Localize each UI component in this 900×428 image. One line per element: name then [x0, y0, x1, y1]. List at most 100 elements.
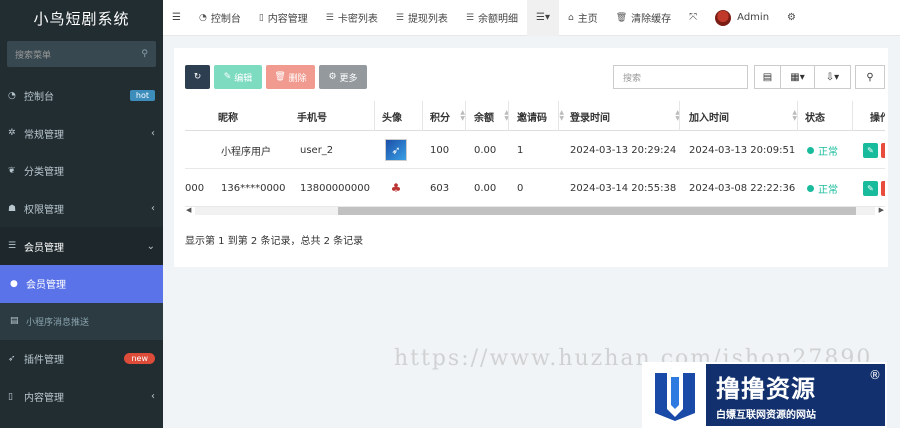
row-edit-button[interactable]: ✎ — [863, 142, 878, 158]
divider — [558, 101, 559, 131]
tab-label: 控制台 — [210, 14, 241, 25]
sidebar-item-push[interactable]: ▤ 小程序消息推送 — [0, 302, 163, 341]
username: Admin — [737, 12, 770, 23]
home-link[interactable]: ⌂ 主页 — [559, 0, 607, 36]
tab-dashboard[interactable]: ◔ 控制台 — [190, 0, 250, 36]
avatar-thumbnail: ➶ — [385, 139, 407, 161]
cell-invite: 1 — [517, 144, 524, 156]
sidebar-item-member[interactable]: ☰ 会员管理 ⌄ — [0, 227, 163, 265]
cell-avatar[interactable]: ♣ — [385, 169, 407, 207]
table-row[interactable]: 小程序用户 user_2 ➶ 100 0.00 1 2024-03-13 20:… — [185, 131, 885, 169]
sidebar-item-permission[interactable]: ☗ 权限管理 ‹ — [0, 190, 163, 228]
caret-down-icon: ▾ — [544, 12, 551, 23]
sidebar-item-member-manage[interactable]: ● 会员管理 — [0, 264, 163, 303]
search-toggle-button[interactable]: ⚲ — [855, 65, 885, 89]
row-edit-button[interactable]: ✎ — [863, 180, 878, 196]
delete-button[interactable]: 🗑 删除 — [266, 65, 315, 89]
logo-mark-icon — [644, 364, 706, 426]
chevron-left-icon: ‹ — [151, 203, 155, 215]
pagination-info: 显示第 1 到第 2 条记录，总共 2 条记录 — [185, 236, 364, 247]
cell-balance: 0.00 — [474, 182, 497, 194]
refresh-button[interactable]: ↻ — [185, 65, 210, 89]
row-delete-button[interactable] — [881, 142, 885, 158]
sidebar-item-content[interactable]: ▯ 内容管理 ‹ — [0, 378, 163, 416]
col-label: 邀请码 — [517, 112, 547, 124]
scroll-thumb[interactable] — [338, 207, 856, 215]
sidebar-item-category[interactable]: ❦ 分类管理 — [0, 152, 163, 190]
col-status[interactable]: 状态 — [805, 101, 845, 131]
clear-cache-button[interactable]: 🗑 清除缓存 — [607, 0, 680, 36]
registered-mark: ® — [869, 368, 881, 382]
trash-icon: 🗑 — [615, 12, 628, 23]
col-points[interactable]: 积分 ▲ ▼ — [430, 101, 468, 131]
sidebar-item-label: 内容管理 — [24, 393, 64, 405]
sidebar-search-placeholder: 搜索菜单 — [15, 50, 52, 61]
sidebar-item-plugins[interactable]: ➶ 插件管理 new — [0, 340, 163, 378]
sidebar-search-input[interactable]: 搜索菜单 ⚲ — [7, 41, 156, 67]
edit-button[interactable]: ✎ 编辑 — [214, 65, 262, 89]
col-login-time[interactable]: 登录时间 ▲ ▼ — [570, 101, 680, 131]
toolbar: ↻ ✎ 编辑 🗑 删除 ⚙ 更多 — [185, 65, 367, 89]
col-label: 昵称 — [218, 112, 238, 124]
sidebar-item-label: 权限管理 — [24, 205, 64, 217]
refresh-icon: ↻ — [193, 72, 202, 82]
col-balance[interactable]: 余额 ▲ ▼ — [474, 101, 512, 131]
tab-content[interactable]: ▯ 内容管理 — [250, 0, 317, 36]
cell-phone: 13800000000 — [300, 182, 370, 194]
col-join-time[interactable]: 加入时间 ▲ ▼ — [689, 101, 797, 131]
more-button[interactable]: ⚙ 更多 — [319, 65, 367, 89]
divider — [465, 101, 466, 131]
table-header: 昵称 手机号 头像 积分 ▲ ▼ 余额 ▲ ▼ 邀请码 ▲ ▼ 登录时间 ▲ ▼ 加入时间 ▲ ▼ … — [185, 101, 885, 131]
list-icon: ☰ — [395, 12, 404, 23]
cell-operate: ✎ — [863, 131, 885, 169]
cell-join-time: 2024-03-13 20:09:51 — [689, 144, 796, 156]
tab-cards[interactable]: ☰ 卡密列表 — [317, 0, 387, 36]
print-icon: ▤ — [762, 71, 773, 83]
sidebar-item-label: 会员管理 — [26, 280, 66, 292]
dashboard-icon: ◔ — [8, 90, 16, 101]
col-nickname[interactable]: 昵称 — [218, 101, 292, 131]
sidebar-item-label: 小程序消息推送 — [26, 317, 90, 328]
tab-withdraw[interactable]: ☰ 提现列表 — [387, 0, 457, 36]
scroll-left-icon[interactable]: ◀ — [186, 206, 191, 214]
columns-button[interactable]: ▦▾ — [780, 65, 815, 89]
cell-status: 正常 — [807, 169, 838, 207]
tab-label: 余额明细 — [478, 14, 519, 25]
export-button[interactable]: ▤ — [754, 65, 781, 89]
cell-nickname: 136****0000 — [221, 182, 286, 194]
sidebar-item-dashboard[interactable]: ◔ 控制台 hot — [0, 77, 163, 115]
col-phone[interactable]: 手机号 — [297, 101, 367, 131]
status-badge: 正常 — [807, 181, 838, 196]
trash-icon: 🗑 — [274, 72, 286, 82]
gear-icon: ⚙ — [328, 72, 337, 82]
new-badge: new — [124, 353, 155, 365]
col-label: 操作 — [870, 112, 885, 124]
sidebar-toggle-button[interactable]: ☰ — [163, 0, 190, 36]
cogs-icon: ✲ — [8, 128, 16, 139]
toggle-view-button[interactable]: ⇩▾ — [814, 65, 851, 89]
col-label: 登录时间 — [570, 112, 610, 124]
col-label: 余额 — [474, 112, 494, 124]
tab-balance[interactable]: ☰ 余额明细 — [457, 0, 527, 36]
tab-label: 内容管理 — [267, 14, 308, 25]
sidebar-item-general[interactable]: ✲ 常规管理 ‹ — [0, 115, 163, 153]
row-delete-button[interactable] — [881, 180, 885, 196]
sort-icon: ▲ ▼ — [559, 109, 564, 122]
horizontal-scrollbar[interactable]: ◀ ▶ — [185, 205, 885, 217]
col-invite[interactable]: 邀请码 ▲ ▼ — [517, 101, 567, 131]
sidebar-item-label: 分类管理 — [24, 167, 64, 179]
tabs-dropdown-button[interactable]: ☰ ▾ — [527, 0, 560, 36]
cell-operate: ✎ — [863, 169, 885, 207]
cell-avatar[interactable]: ➶ — [385, 131, 407, 169]
settings-button[interactable]: ⚙ — [778, 0, 805, 36]
group-icon: ☗ — [8, 203, 17, 214]
col-label: 手机号 — [297, 112, 327, 124]
sidebar-item-label: 控制台 — [24, 92, 54, 104]
table-row[interactable]: 000 136****0000 13800000000 ♣ 603 0.00 0… — [185, 169, 885, 207]
cell-invite: 0 — [517, 182, 524, 194]
scroll-right-icon[interactable]: ▶ — [879, 206, 884, 214]
fullscreen-button[interactable]: ⤧ — [680, 0, 706, 36]
delete-label: 删除 — [288, 73, 307, 84]
table-search-input[interactable]: 搜索 — [613, 65, 748, 89]
user-menu[interactable]: Admin — [706, 0, 778, 36]
